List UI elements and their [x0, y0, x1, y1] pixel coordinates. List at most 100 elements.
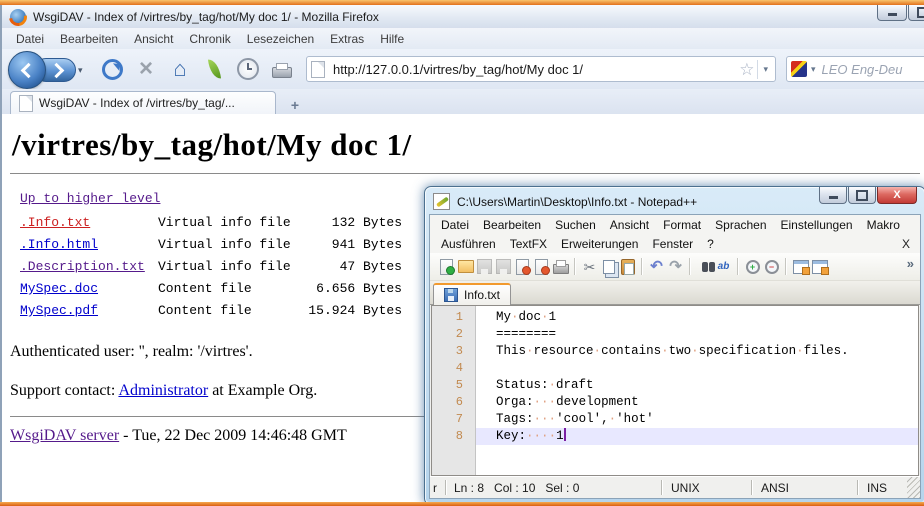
editor-line: ========	[476, 326, 918, 343]
new-tab-button[interactable]: +	[282, 95, 308, 114]
menu-textfx[interactable]: TextFX	[503, 236, 554, 252]
menu-chronik[interactable]: Chronik	[181, 30, 238, 48]
history-clock-button[interactable]	[234, 55, 262, 83]
find-button[interactable]	[696, 259, 713, 275]
paste-button[interactable]	[619, 259, 636, 275]
leo-search-engine-icon[interactable]	[791, 61, 807, 77]
menu-suchen[interactable]: Suchen	[548, 217, 603, 233]
status-cursor-position: Ln : 8 Col : 10 Sel : 0	[447, 481, 661, 495]
undo-button[interactable]: ↶	[648, 259, 665, 275]
printer-icon	[272, 67, 292, 78]
resize-grip[interactable]	[907, 477, 920, 498]
menu-ausfuehren[interactable]: Ausführen	[434, 236, 503, 252]
file-link[interactable]: .Info.txt	[20, 212, 158, 234]
firefox-menubar: Datei Bearbeiten Ansicht Chronik Lesezei…	[2, 28, 924, 50]
file-link[interactable]: MySpec.pdf	[20, 300, 158, 322]
redo-button[interactable]: ↷	[667, 259, 684, 275]
menu-bearbeiten[interactable]: Bearbeiten	[52, 30, 126, 48]
editor-line: Tags:···'cool',·'hot'	[476, 411, 918, 428]
menu-format[interactable]: Format	[656, 217, 708, 233]
menu-datei[interactable]: Datei	[8, 30, 52, 48]
sync-vertical-button[interactable]	[792, 259, 809, 275]
editor-line: Orga:···development	[476, 394, 918, 411]
menu-fenster[interactable]: Fenster	[645, 236, 700, 252]
replace-icon: ab	[718, 261, 730, 272]
leaf-icon	[207, 58, 220, 79]
menu-hilfe[interactable]: Hilfe	[372, 30, 412, 48]
minimize-button[interactable]	[819, 187, 847, 204]
maximize-button[interactable]	[908, 5, 924, 21]
menu-help[interactable]: ?	[700, 236, 721, 252]
cut-button[interactable]: ✂	[581, 259, 598, 275]
zoom-in-button[interactable]: +	[744, 259, 761, 275]
new-file-button[interactable]	[438, 259, 455, 275]
menu-einstellungen[interactable]: Einstellungen	[774, 217, 860, 233]
menu-makro[interactable]: Makro	[860, 217, 907, 233]
bookmark-star-icon[interactable]: ☆	[736, 61, 757, 78]
toolbar-overflow-chevron[interactable]: »	[907, 256, 914, 271]
tab-wsgidav[interactable]: WsgiDAV - Index of /virtres/by_tag/...	[10, 91, 276, 114]
back-button[interactable]	[8, 51, 46, 89]
search-bar[interactable]: ▾	[786, 56, 924, 82]
administrator-link[interactable]: Administrator	[118, 382, 208, 399]
notepadpp-window: C:\Users\Martin\Desktop\Info.txt - Notep…	[424, 186, 924, 504]
close-button[interactable]: X	[877, 187, 917, 204]
notepadpp-logo-icon	[433, 193, 450, 210]
restore-button[interactable]	[848, 187, 876, 204]
save-button[interactable]	[476, 259, 493, 275]
minimize-button[interactable]	[877, 5, 907, 21]
tab-info-txt[interactable]: Info.txt	[433, 283, 511, 305]
save-all-button[interactable]	[495, 259, 512, 275]
zoom-out-icon: −	[765, 260, 779, 274]
line-number: 1	[432, 309, 463, 326]
editor-line	[476, 360, 918, 377]
file-link[interactable]: .Info.html	[20, 234, 158, 256]
url-bar[interactable]: ☆ ▾	[306, 56, 776, 82]
status-encoding: ANSI	[753, 481, 857, 495]
document-close-x[interactable]: X	[902, 237, 910, 251]
sync-horizontal-button[interactable]	[811, 259, 828, 275]
zoom-out-button[interactable]: −	[763, 259, 780, 275]
up-to-higher-level-link[interactable]: Up to higher level	[20, 188, 160, 210]
menu-datei[interactable]: Datei	[434, 217, 476, 233]
menu-sprachen[interactable]: Sprachen	[708, 217, 773, 233]
copy-button[interactable]	[600, 259, 617, 275]
replace-button[interactable]: ab	[715, 259, 732, 275]
menu-ansicht[interactable]: Ansicht	[603, 217, 656, 233]
search-engine-dropdown[interactable]: ▾	[807, 64, 820, 75]
open-file-button[interactable]	[457, 259, 474, 275]
url-input[interactable]	[331, 61, 736, 78]
close-file-button[interactable]	[514, 259, 531, 275]
wsgidav-server-link[interactable]: WsgiDAV server	[10, 427, 119, 444]
menu-erweiterungen[interactable]: Erweiterungen	[554, 236, 645, 252]
close-all-button[interactable]	[533, 259, 550, 275]
addon-leaf-button[interactable]	[200, 55, 228, 83]
status-insert-mode: INS	[859, 481, 907, 495]
stop-button[interactable]: ×	[132, 55, 160, 83]
notepadpp-titlebar[interactable]: C:\Users\Martin\Desktop\Info.txt - Notep…	[433, 191, 917, 212]
saved-file-icon	[444, 288, 458, 302]
firefox-titlebar[interactable]: WsgiDAV - Index of /virtres/by_tag/hot/M…	[2, 5, 924, 29]
screenshot-bottom-border	[0, 502, 924, 506]
notepadpp-statusbar: r Ln : 8 Col : 10 Sel : 0 UNIX ANSI INS	[430, 476, 920, 498]
reload-button[interactable]	[98, 55, 126, 83]
menu-extras[interactable]: Extras	[322, 30, 372, 48]
search-input[interactable]	[820, 61, 924, 78]
home-button[interactable]: ⌂	[166, 55, 194, 83]
menu-lesezeichen[interactable]: Lesezeichen	[239, 30, 322, 48]
text-content[interactable]: My·doc·1 ======== This·resource·contains…	[476, 306, 918, 475]
file-link[interactable]: .Description.txt	[20, 256, 158, 278]
menu-ansicht[interactable]: Ansicht	[126, 30, 181, 48]
print-button[interactable]	[268, 55, 296, 83]
status-eol-format: UNIX	[663, 481, 751, 495]
toolbar-separator	[689, 258, 691, 275]
editor-area[interactable]: 1 2 3 4 5 6 7 8 My·doc·1 ======== This·r…	[431, 305, 919, 476]
menu-bearbeiten[interactable]: Bearbeiten	[476, 217, 548, 233]
notepadpp-client-area: Datei Bearbeiten Suchen Ansicht Format S…	[429, 214, 921, 499]
url-history-dropdown[interactable]: ▾	[757, 60, 771, 79]
file-link[interactable]: MySpec.doc	[20, 278, 158, 300]
line-number: 2	[432, 326, 463, 343]
print-button[interactable]	[552, 259, 569, 275]
file-size: 15.924 Bytes	[300, 300, 402, 322]
nav-history-dropdown[interactable]: ▾	[78, 65, 83, 76]
